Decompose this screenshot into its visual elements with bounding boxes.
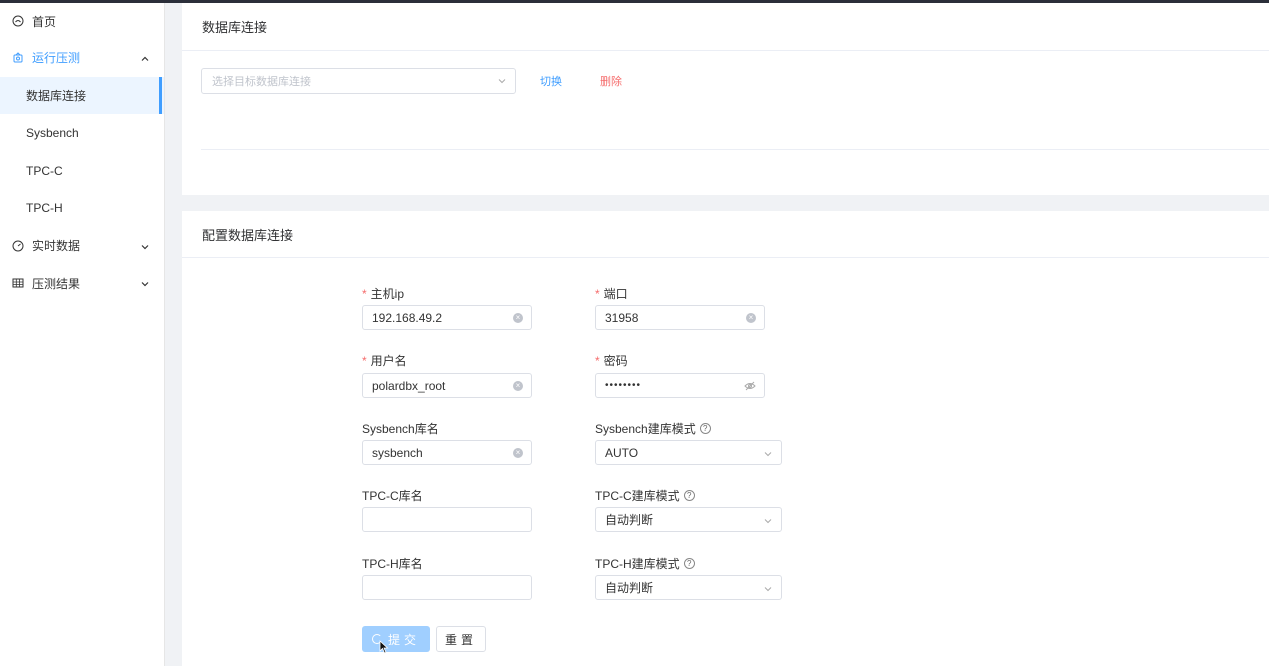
password-label-text: 密码 — [603, 354, 628, 368]
sysbench-db-value: sysbench — [372, 445, 423, 460]
sidebar-item-home[interactable]: 首页 — [0, 3, 164, 39]
sidebar-item-db-connection[interactable]: 数据库连接 — [0, 76, 164, 115]
required-mark: * — [362, 286, 367, 301]
mouse-cursor-icon — [379, 640, 389, 654]
divider — [201, 149, 1269, 150]
clear-icon[interactable]: × — [513, 313, 523, 323]
sidebar-item-label: TPC-C — [26, 163, 63, 178]
chevron-down-icon — [140, 278, 150, 288]
tpch-mode-select[interactable]: 自动判断 — [595, 575, 782, 600]
chevron-down-icon — [497, 76, 507, 86]
host-value: 192.168.49.2 — [372, 310, 443, 325]
sidebar-item-label: Sysbench — [26, 125, 79, 140]
tpcc-mode-select[interactable]: 自动判断 — [595, 507, 782, 532]
config-card: 配置数据库连接 * 主机ip 192.168.49.2 × * 端口 31958… — [182, 211, 1269, 666]
port-label-text: 端口 — [603, 287, 628, 301]
tpcc-mode-label: TPC-C建库模式 ? — [595, 487, 695, 504]
tpcc-mode-label-text: TPC-C建库模式 — [595, 489, 680, 503]
required-mark: * — [362, 353, 367, 368]
sidebar-item-label: TPC-H — [26, 201, 63, 216]
help-icon[interactable]: ? — [683, 490, 695, 501]
sidebar-item-test-results[interactable]: 压测结果 — [0, 265, 164, 303]
sidebar-item-label: 实时数据 — [32, 239, 81, 254]
clear-icon[interactable]: × — [746, 313, 756, 323]
password-value: •••••••• — [605, 380, 642, 391]
tpcc-db-label-text: TPC-C库名 — [362, 489, 423, 503]
sidebar: 首页 运行压测 数据库连接 Sysbench TPC-C TPC-H 实时数据 … — [0, 3, 165, 666]
tpch-db-input[interactable] — [362, 575, 532, 600]
sysbench-db-label-text: Sysbench库名 — [362, 422, 439, 436]
username-value: polardbx_root — [372, 378, 446, 393]
port-value: 31958 — [605, 310, 639, 325]
tpch-mode-value: 自动判断 — [605, 581, 654, 595]
sysbench-db-input[interactable]: sysbench × — [362, 440, 532, 465]
sidebar-item-tpch[interactable]: TPC-H — [0, 189, 164, 227]
submit-button[interactable]: 提交 — [362, 626, 430, 652]
reset-button[interactable]: 重置 — [436, 626, 486, 652]
required-mark: * — [595, 286, 600, 301]
sysbench-mode-label-text: Sysbench建库模式 — [595, 422, 696, 436]
chevron-down-icon — [140, 241, 150, 251]
sysbench-db-label: Sysbench库名 — [362, 420, 439, 437]
chevron-down-icon — [763, 448, 773, 458]
sysbench-mode-value: AUTO — [605, 445, 639, 460]
clear-icon[interactable]: × — [513, 381, 523, 391]
port-input[interactable]: 31958 × — [595, 305, 765, 330]
sidebar-item-tpcc[interactable]: TPC-C — [0, 152, 164, 190]
db-connection-select[interactable]: 选择目标数据库连接 — [201, 68, 516, 94]
tpcc-db-input[interactable] — [362, 507, 532, 532]
sidebar-item-label: 运行压测 — [32, 51, 81, 66]
chevron-up-icon — [140, 53, 150, 63]
tpch-mode-label-text: TPC-H建库模式 — [595, 557, 680, 571]
username-label-text: 用户名 — [370, 354, 407, 368]
tpch-db-label: TPC-H库名 — [362, 555, 423, 572]
card-title: 数据库连接 — [182, 3, 1269, 51]
select-placeholder: 选择目标数据库连接 — [212, 76, 311, 88]
sidebar-item-label: 压测结果 — [32, 276, 81, 291]
db-connection-card: 数据库连接 选择目标数据库连接 切换 删除 — [182, 3, 1269, 195]
sidebar-item-run-test[interactable]: 运行压测 — [0, 39, 164, 77]
tpch-mode-label: TPC-H建库模式 ? — [595, 555, 695, 572]
chevron-down-icon — [763, 583, 773, 593]
sidebar-item-sysbench[interactable]: Sysbench — [0, 114, 164, 152]
help-icon[interactable]: ? — [699, 423, 711, 434]
host-label: * 主机ip — [362, 285, 404, 302]
tpcc-mode-value: 自动判断 — [605, 513, 654, 527]
help-icon[interactable]: ? — [683, 558, 695, 569]
submit-label: 提交 — [387, 632, 420, 647]
sysbench-mode-label: Sysbench建库模式 ? — [595, 420, 711, 437]
reset-label: 重置 — [444, 632, 477, 647]
sidebar-item-label: 首页 — [32, 14, 57, 29]
chevron-down-icon — [763, 515, 773, 525]
tpcc-db-label: TPC-C库名 — [362, 487, 423, 504]
password-input[interactable]: •••••••• — [595, 373, 765, 398]
table-icon — [12, 277, 24, 289]
delete-button[interactable]: 删除 — [600, 73, 622, 89]
dashboard-icon — [12, 15, 24, 27]
gear-icon — [12, 52, 24, 64]
eye-off-icon[interactable] — [744, 380, 756, 392]
username-label: * 用户名 — [362, 352, 407, 369]
port-label: * 端口 — [595, 285, 628, 302]
sysbench-mode-select[interactable]: AUTO — [595, 440, 782, 465]
password-label: * 密码 — [595, 352, 628, 369]
required-mark: * — [595, 353, 600, 368]
username-input[interactable]: polardbx_root × — [362, 373, 532, 398]
main-content: 数据库连接 选择目标数据库连接 切换 删除 配置数据库连接 * 主机ip 192… — [182, 3, 1269, 666]
clear-icon[interactable]: × — [513, 448, 523, 458]
host-input[interactable]: 192.168.49.2 × — [362, 305, 532, 330]
host-label-text: 主机ip — [370, 287, 405, 301]
sidebar-item-label: 数据库连接 — [26, 88, 87, 103]
sidebar-item-realtime-data[interactable]: 实时数据 — [0, 227, 164, 265]
tpch-db-label-text: TPC-H库名 — [362, 557, 423, 571]
gauge-icon — [12, 240, 24, 252]
switch-button[interactable]: 切换 — [540, 73, 562, 89]
card-title: 配置数据库连接 — [182, 211, 1269, 258]
